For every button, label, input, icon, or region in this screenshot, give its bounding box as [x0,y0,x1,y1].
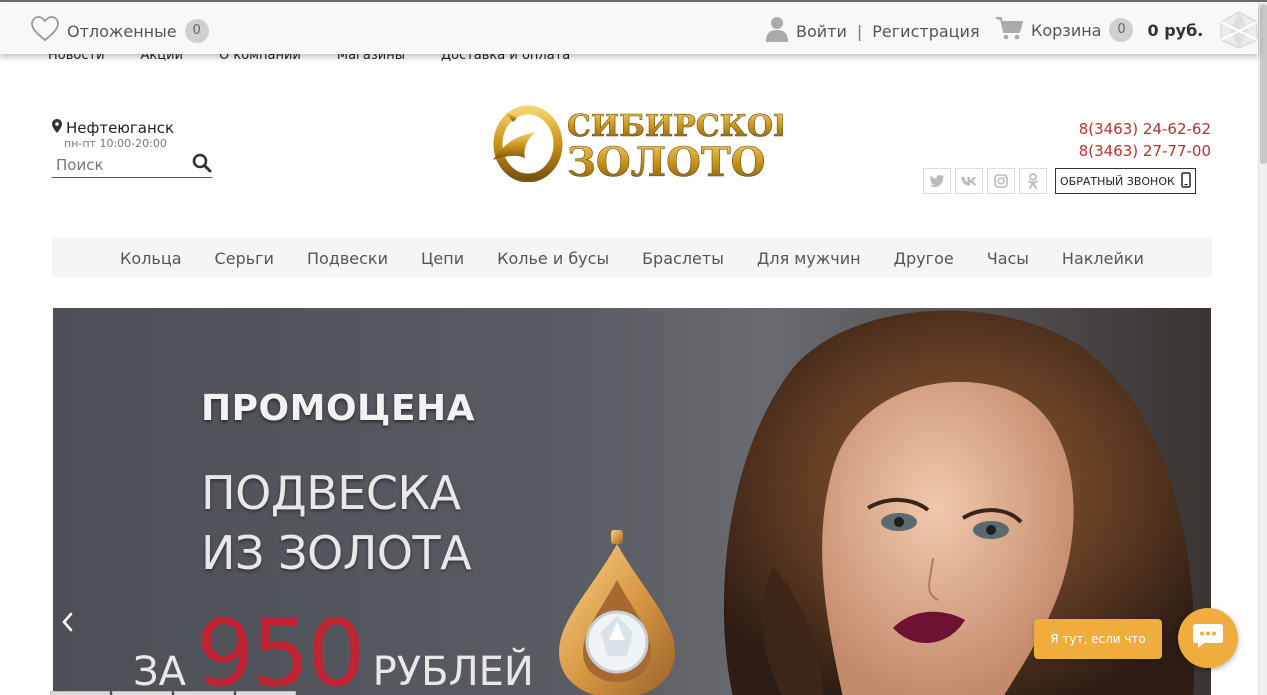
category-necklaces[interactable]: Колье и бусы [497,249,609,268]
category-pendants[interactable]: Подвески [307,249,388,268]
map-pin-icon [52,119,62,137]
price-value: 950 [196,600,366,695]
category-stickers[interactable]: Наклейки [1062,249,1144,268]
page: Отложенные 0 Войти | Регистрация Корзина… [0,0,1267,695]
promo-line-2: ИЗ ЗОЛОТА [201,526,472,580]
vk-icon[interactable] [955,168,983,194]
bottom-tab [236,691,296,695]
scrollbar-thumb[interactable] [1260,4,1267,164]
price-suffix: РУБЛЕЙ [372,649,534,695]
callback-label: ОБРАТНЫЙ ЗВОНОК [1060,174,1175,188]
logo-text-line2: ЗОЛОТО [567,139,766,182]
price-prefix: ЗА [133,649,187,695]
category-other[interactable]: Другое [894,249,954,268]
favorites-link[interactable]: Отложенные 0 [31,16,209,46]
social-links: ОБРАТНЫЙ ЗВОНОК [923,168,1196,194]
cart-sum: 0 руб. [1147,20,1204,40]
chat-bubble-icon [1192,622,1224,654]
bottom-tab [174,691,234,695]
category-rings[interactable]: Кольца [120,249,182,268]
promo-price: ЗА 950 РУБЛЕЙ [133,608,534,695]
pendant-image [551,530,691,695]
city-selector[interactable]: Нефтеюганск [52,119,174,137]
account-separator: | [856,21,863,41]
phone-1[interactable]: 8(3463) 24-62-62 [1079,118,1211,140]
category-for-men[interactable]: Для мужчин [757,249,861,268]
twitter-icon[interactable] [923,168,951,194]
promo-title: ПРОМОЦЕНА [201,388,476,429]
chat-tooltip[interactable]: Я тут, если что [1034,619,1162,659]
search-icon[interactable] [192,153,212,177]
user-icon [766,16,788,46]
odnoklassniki-icon[interactable] [1019,168,1047,194]
diamond-logo-icon[interactable] [1218,10,1260,50]
mobile-phone-icon [1181,171,1191,191]
heart-icon [31,16,59,46]
favorites-label: Отложенные [67,21,177,41]
register-link[interactable]: Регистрация [872,22,979,41]
cart-label: Корзина [1031,20,1102,40]
category-menu: Кольца Серьги Подвески Цепи Колье и бусы… [52,238,1212,278]
vertical-scrollbar[interactable] [1258,2,1267,695]
phone-2[interactable]: 8(3463) 27-77-00 [1079,140,1211,162]
cart-link[interactable]: Корзина 0 0 руб. [995,16,1203,44]
promo-line-1: ПОДВЕСКА [201,466,461,520]
search-box [52,152,212,178]
instagram-icon[interactable] [987,168,1015,194]
account-area: Войти | Регистрация [766,16,980,46]
callback-button[interactable]: ОБРАТНЫЙ ЗВОНОК [1055,168,1196,194]
category-chains[interactable]: Цепи [421,249,464,268]
store-hours: пн-пт 10:00-20:00 [64,137,167,150]
bottom-strip [50,691,296,695]
cart-count-badge: 0 [1109,18,1134,42]
slider-prev-arrow[interactable] [57,610,77,634]
category-watches[interactable]: Часы [987,249,1029,268]
bottom-tab [112,691,172,695]
category-bracelets[interactable]: Браслеты [642,249,724,268]
top-bar: Отложенные 0 Войти | Регистрация Корзина… [0,4,1258,54]
bottom-tab [50,691,110,695]
login-link[interactable]: Войти [796,22,847,41]
favorites-count-badge: 0 [184,19,209,43]
search-input[interactable] [52,155,172,174]
city-name: Нефтеюганск [66,119,175,137]
category-earrings[interactable]: Серьги [215,249,274,268]
phone-numbers: 8(3463) 24-62-62 8(3463) 27-77-00 [1079,118,1211,162]
site-logo[interactable]: СИБИРСКОЕ ЗОЛОТО [483,102,796,186]
cart-icon [995,16,1023,44]
chat-button[interactable] [1178,608,1238,668]
